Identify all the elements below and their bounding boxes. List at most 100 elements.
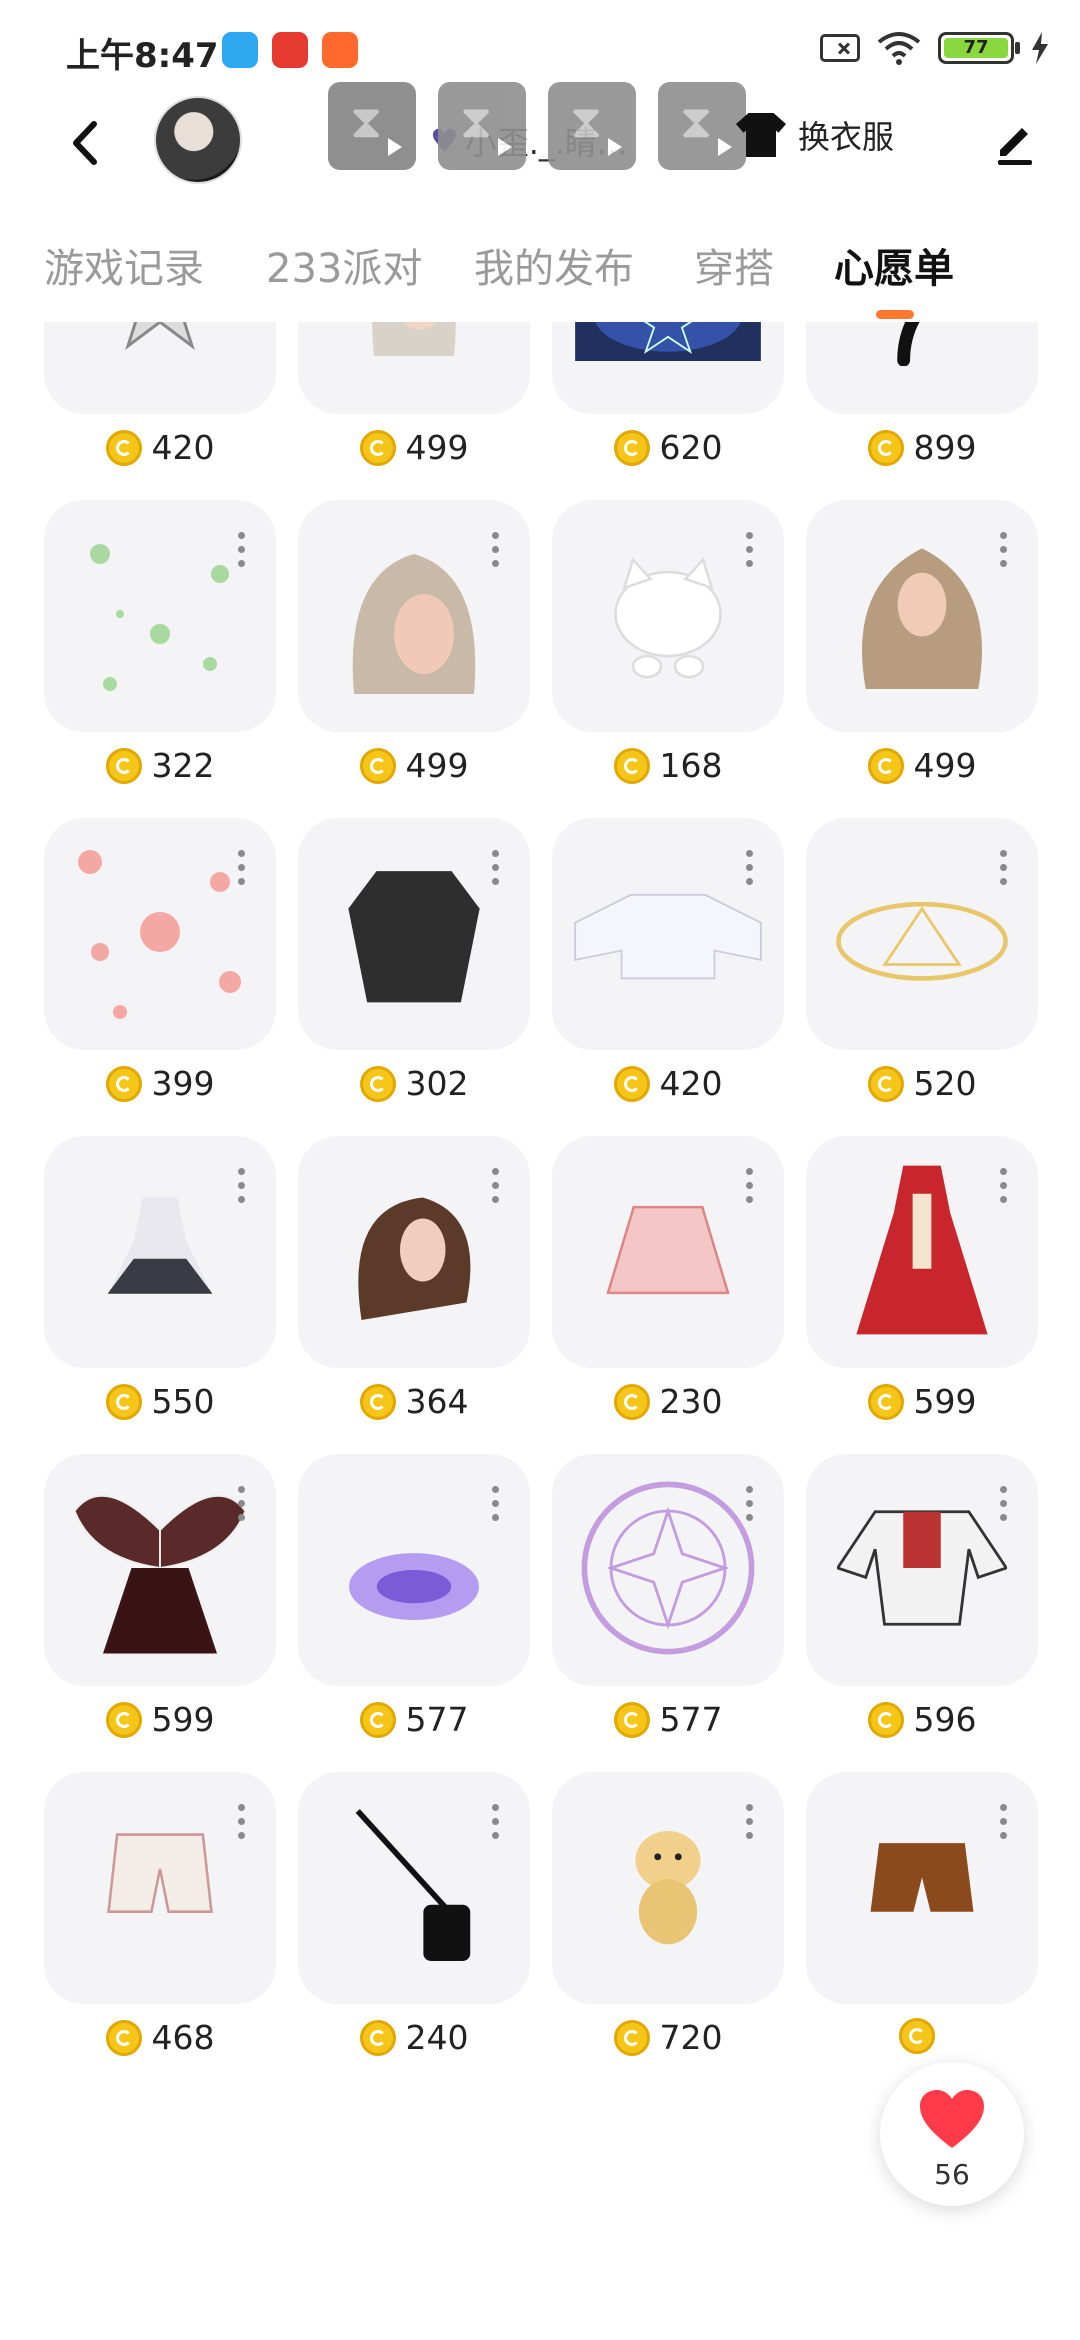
- wishlist-item[interactable]: 599: [806, 1136, 1038, 1454]
- tab-wishlist[interactable]: 心愿单: [834, 236, 954, 294]
- more-options-icon[interactable]: [238, 1168, 246, 1208]
- item-image[interactable]: [806, 1772, 1038, 2004]
- wishlist-item[interactable]: 620: [552, 322, 784, 500]
- more-options-icon[interactable]: [1000, 850, 1008, 890]
- wishlist-item[interactable]: 596: [806, 1454, 1038, 1772]
- more-options-icon[interactable]: [1000, 1486, 1008, 1526]
- white-dress-icon: [90, 1180, 230, 1324]
- wishlist-item[interactable]: 420: [44, 322, 276, 500]
- item-image[interactable]: [806, 500, 1038, 732]
- video-thumbnail[interactable]: [328, 82, 416, 170]
- wishlist-item[interactable]: 302: [298, 818, 530, 1136]
- profile-header: ♥ 小歪._.睛... 换衣服: [0, 80, 1080, 200]
- wishlist-item[interactable]: 468: [44, 1772, 276, 2090]
- item-image[interactable]: [552, 1136, 784, 1368]
- edit-icon[interactable]: [990, 116, 1040, 166]
- video-thumbnail[interactable]: [658, 82, 746, 170]
- brown-shorts-icon: [862, 1826, 982, 1950]
- wishlist-item[interactable]: 499: [806, 500, 1038, 818]
- more-options-icon[interactable]: [238, 1804, 246, 1844]
- more-options-icon[interactable]: [1000, 532, 1008, 572]
- change-outfit-button[interactable]: 换衣服: [736, 112, 894, 158]
- coin-icon: [613, 1065, 650, 1102]
- wishlist-item[interactable]: 168: [552, 500, 784, 818]
- more-options-icon[interactable]: [492, 1804, 500, 1844]
- more-options-icon[interactable]: [746, 850, 754, 890]
- shirt-icon: [736, 113, 786, 157]
- item-image[interactable]: [552, 1454, 784, 1686]
- item-image[interactable]: [552, 322, 784, 414]
- item-price-value: 577: [659, 1700, 723, 1739]
- wishlist-item[interactable]: 550: [44, 1136, 276, 1454]
- coin-icon: [867, 1065, 904, 1102]
- avatar[interactable]: [154, 96, 242, 184]
- wishlist-item[interactable]: 520: [806, 818, 1038, 1136]
- wishlist-item[interactable]: 720: [552, 1772, 784, 2090]
- wishlist-item[interactable]: 499: [298, 500, 530, 818]
- app-notification-icon: [222, 32, 258, 68]
- video-thumbnail[interactable]: [548, 82, 636, 170]
- item-image[interactable]: [552, 1772, 784, 2004]
- video-thumbnail[interactable]: [438, 82, 526, 170]
- item-price: 550: [44, 1382, 276, 1421]
- item-image[interactable]: [298, 1772, 530, 2004]
- item-image[interactable]: [44, 1136, 276, 1368]
- more-options-icon[interactable]: [746, 1168, 754, 1208]
- wishlist-item[interactable]: 599: [44, 1454, 276, 1772]
- item-image[interactable]: [298, 1136, 530, 1368]
- wishlist-item[interactable]: [806, 1772, 1038, 2090]
- more-options-icon[interactable]: [238, 1486, 246, 1526]
- item-image[interactable]: [806, 322, 1038, 414]
- more-options-icon[interactable]: [1000, 1804, 1008, 1844]
- more-options-icon[interactable]: [238, 532, 246, 572]
- item-image[interactable]: [44, 500, 276, 732]
- item-image[interactable]: [44, 322, 276, 414]
- coin-icon: [105, 1701, 142, 1738]
- like-button[interactable]: 56: [880, 2062, 1024, 2206]
- more-options-icon[interactable]: [492, 1168, 500, 1208]
- item-image[interactable]: [298, 322, 530, 414]
- more-options-icon[interactable]: [746, 1804, 754, 1844]
- puppy-icon: [608, 1816, 728, 1960]
- magic-circle-gold-icon: [822, 867, 1022, 1001]
- coin-icon: [359, 2019, 396, 2056]
- wishlist-item[interactable]: 420: [552, 818, 784, 1136]
- item-image[interactable]: [298, 818, 530, 1050]
- item-price-value: 499: [913, 746, 977, 785]
- app-notification-icon: [272, 32, 308, 68]
- item-image[interactable]: [44, 818, 276, 1050]
- wishlist-item[interactable]: 240: [298, 1772, 530, 2090]
- tab-outfits[interactable]: 穿搭: [694, 236, 774, 294]
- wishlist-item[interactable]: 399: [44, 818, 276, 1136]
- wishlist-item[interactable]: 499: [298, 322, 530, 500]
- wishlist-item[interactable]: 899: [806, 322, 1038, 500]
- tab-my-posts[interactable]: 我的发布: [474, 236, 634, 294]
- wishlist-item[interactable]: 322: [44, 500, 276, 818]
- more-options-icon[interactable]: [746, 1486, 754, 1526]
- item-image[interactable]: [44, 1454, 276, 1686]
- item-image[interactable]: [806, 1136, 1038, 1368]
- item-image[interactable]: [806, 1454, 1038, 1686]
- magic-circle-purple-icon: [573, 1473, 763, 1667]
- wishlist-item[interactable]: 364: [298, 1136, 530, 1454]
- wishlist-item[interactable]: 577: [552, 1454, 784, 1772]
- more-options-icon[interactable]: [492, 1486, 500, 1526]
- item-price: 420: [552, 1064, 784, 1103]
- more-options-icon[interactable]: [238, 850, 246, 890]
- more-options-icon[interactable]: [492, 532, 500, 572]
- more-options-icon[interactable]: [492, 850, 500, 890]
- back-arrow-icon[interactable]: [66, 118, 106, 168]
- wishlist-item[interactable]: 577: [298, 1454, 530, 1772]
- wishlist-item[interactable]: 230: [552, 1136, 784, 1454]
- tab-233-party[interactable]: 233派对: [266, 236, 422, 294]
- more-options-icon[interactable]: [746, 532, 754, 572]
- tab-game-records[interactable]: 游戏记录: [44, 236, 204, 294]
- item-image[interactable]: [298, 1454, 530, 1686]
- item-image[interactable]: [806, 818, 1038, 1050]
- item-image[interactable]: [44, 1772, 276, 2004]
- item-price-value: 168: [659, 746, 723, 785]
- more-options-icon[interactable]: [1000, 1168, 1008, 1208]
- item-image[interactable]: [552, 818, 784, 1050]
- item-image[interactable]: [552, 500, 784, 732]
- item-image[interactable]: [298, 500, 530, 732]
